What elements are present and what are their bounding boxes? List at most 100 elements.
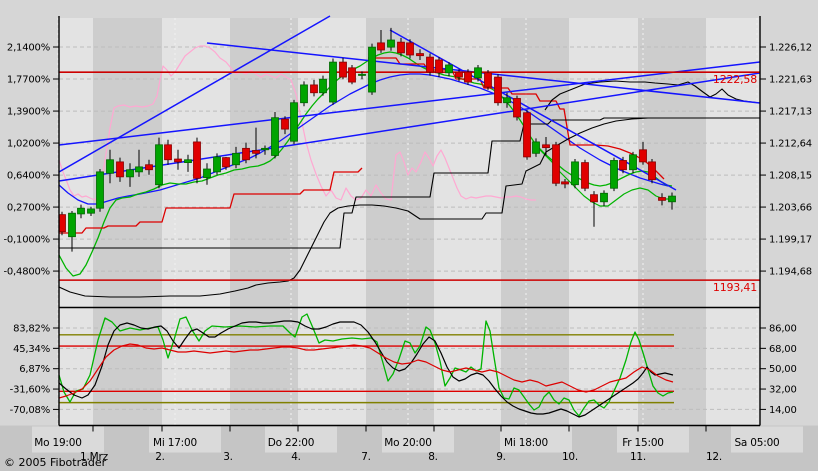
candle-up [126, 169, 134, 178]
candle-up [445, 64, 453, 74]
main-right-axis-label: 1.194,68 [769, 267, 812, 278]
candle-down [648, 161, 656, 181]
date-label: 8. [428, 451, 438, 463]
candle-up [271, 117, 279, 156]
main-left-axis-label: 1,3900% [7, 107, 50, 118]
date-label: 9. [496, 451, 506, 463]
candle-down [619, 160, 627, 171]
time-label: Fr 15:00 [622, 437, 664, 449]
date-label: 4. [291, 451, 301, 463]
candle-down [416, 53, 424, 57]
candle-down [464, 71, 472, 83]
lower-left-axis-label: 6,87% [19, 364, 50, 375]
candle-up [474, 67, 482, 79]
candle-down [116, 161, 124, 178]
candle-down [281, 118, 289, 130]
time-label: Mi 17:00 [153, 437, 197, 449]
time-label: Mo 20:00 [384, 437, 431, 449]
main-left-axis-label: 0,6400% [7, 171, 50, 182]
candle-down [494, 76, 502, 104]
main-right-axis-label: 1.226,12 [769, 43, 812, 54]
lower-right-axis-label: 86,00 [769, 324, 797, 335]
candle-down [426, 56, 434, 73]
candle-up [503, 97, 511, 104]
alert-price-label: 1193,41 [713, 281, 757, 294]
candle-up [87, 208, 95, 214]
candle-up [532, 141, 540, 154]
fibotrader-chart-window: 2,1400% 1.226,12 1,7700% 1.221,63 1,3900% 1.2… [0, 0, 818, 471]
candle-down [523, 112, 531, 158]
main-right-axis-label: 1.212,64 [769, 139, 812, 150]
candle-down [174, 158, 182, 163]
main-left-axis-label: -0,1000% [3, 235, 50, 246]
candle-up [155, 144, 163, 186]
main-left-axis-label: -0,4800% [3, 267, 50, 278]
candle-down [435, 59, 443, 74]
chart-canvas[interactable]: 2,1400% 1.226,12 1,7700% 1.221,63 1,3900% 1.2… [0, 0, 818, 471]
candle-up [77, 207, 85, 215]
candle-up [387, 39, 395, 48]
date-label: 3. [223, 451, 233, 463]
candle-down [242, 147, 250, 161]
candle-down [561, 181, 569, 185]
candle-up [106, 159, 114, 174]
candle-down [222, 157, 230, 168]
alert-price-label: 1222,58 [713, 73, 757, 86]
candle-down [513, 98, 521, 118]
date-label: 2. [155, 451, 165, 463]
candle-up [368, 46, 376, 93]
candle-down [639, 149, 647, 163]
main-right-axis-label: 1.217,13 [769, 107, 812, 118]
candle-down [145, 164, 153, 171]
date-label: 7. [361, 451, 371, 463]
candle-down [658, 197, 666, 201]
candle-down [252, 150, 260, 154]
time-label: Do 22:00 [268, 437, 315, 449]
candle-down [377, 42, 385, 51]
candle-down [542, 144, 550, 149]
candle-up [68, 212, 76, 238]
candle-down [164, 144, 172, 161]
candle-down [310, 84, 318, 94]
candle-up [610, 160, 618, 189]
candle-up [600, 192, 608, 203]
lower-right-axis-label: 32,00 [769, 385, 797, 396]
candle-down [484, 72, 492, 88]
candle-up [213, 156, 221, 173]
candle-up [319, 78, 327, 94]
candle-up [135, 166, 143, 173]
candle-down [339, 61, 347, 78]
date-label: 12. [706, 451, 722, 463]
date-label: 11. [630, 451, 646, 463]
candle-down [552, 144, 560, 184]
candle-up [96, 171, 104, 209]
candle-up [358, 73, 366, 76]
main-right-axis-label: 1.208,15 [769, 171, 812, 182]
candle-up [300, 84, 308, 104]
candle-down [581, 162, 589, 189]
lower-right-axis-label: 14,00 [769, 405, 797, 416]
main-left-axis-label: 2,1400% [7, 43, 50, 54]
candle-up [629, 154, 637, 171]
lower-right-axis-label: 50,00 [769, 364, 797, 375]
candle-up [184, 159, 192, 163]
candle-down [397, 41, 405, 54]
candle-up [203, 168, 211, 178]
lower-left-axis-label: 83,82% [13, 324, 50, 335]
candle-up [290, 102, 298, 142]
candle-down [348, 67, 356, 83]
candle-up [668, 195, 676, 203]
lower-left-axis-label: -70,08% [10, 405, 50, 416]
lower-left-axis-label: -31,60% [10, 385, 50, 396]
time-label: Mo 19:00 [34, 437, 81, 449]
candle-up [571, 161, 579, 186]
candle-up [329, 61, 337, 103]
main-left-axis-label: 1,7700% [7, 75, 50, 86]
candle-down [590, 194, 598, 203]
date-label: 10. [562, 451, 578, 463]
candle-up [232, 152, 240, 166]
copyright-label: © 2005 Fibotrader [4, 456, 107, 469]
main-right-axis-label: 1.199,17 [769, 235, 812, 246]
main-left-axis-label: 0,2700% [7, 203, 50, 214]
main-right-axis-label: 1.203,66 [769, 203, 812, 214]
